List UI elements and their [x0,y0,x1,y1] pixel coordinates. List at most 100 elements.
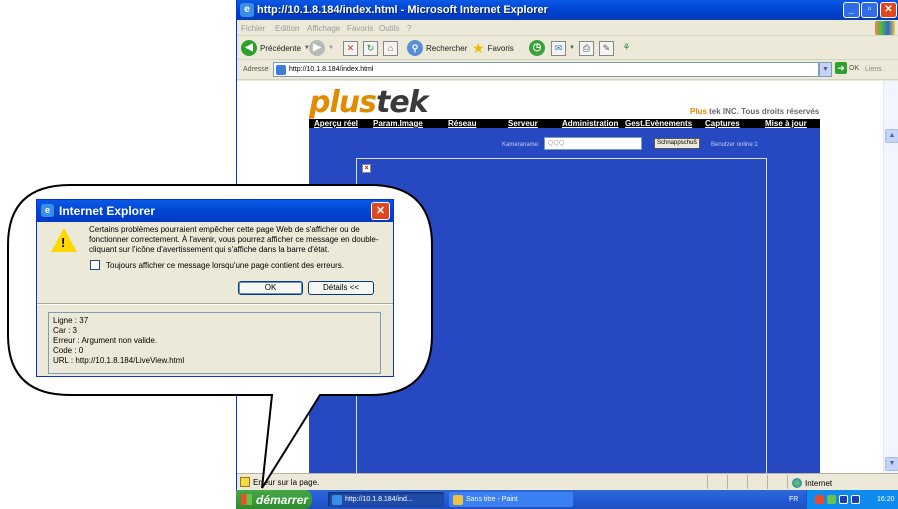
favorites-button[interactable]: ★ Favoris [472,39,514,57]
start-button[interactable]: démarrer [236,490,312,509]
messenger-button[interactable]: ⚘ [619,39,634,57]
tray-icon[interactable] [839,495,848,504]
menu-outils[interactable]: Outils [379,24,399,33]
menu-bar: Fichier Edition Affichage Favoris Outils… [237,20,898,36]
copyright-notice: Plus tek INC. Tous droits réservés [690,107,819,116]
status-divider [707,475,708,489]
security-zone: Internet [792,478,832,488]
warning-icon[interactable] [240,477,250,487]
snapshot-button[interactable]: Schnappschuß [654,138,700,149]
task-paint[interactable]: Sans titre - Paint [449,492,573,507]
users-online: Benutzer online:1 [711,142,758,148]
clock: 16:20 [877,496,895,503]
address-label: Adresse [243,66,269,73]
nav-mise-a-jour[interactable]: Mise à jour [765,119,807,128]
ok-button[interactable]: OK [238,281,303,295]
menu-favoris[interactable]: Favoris [347,24,373,33]
site-nav: Aperçu réel Param.Image Réseau Serveur A… [309,119,820,128]
screen: e http://10.1.8.184/index.html - Microso… [0,0,898,509]
links-button[interactable]: Liens [865,66,882,73]
camera-name-label: Kameraname: [502,142,540,148]
menu-affichage[interactable]: Affichage [307,24,340,33]
checkbox-label: Toujours afficher ce message lorsqu'une … [106,260,344,270]
tray-icon[interactable] [827,495,836,504]
detail-line: Erreur : Argument non valide. [53,336,158,345]
close-button[interactable]: ✕ [880,2,897,18]
search-icon: ⚲ [407,40,423,56]
nav-apercu-reel[interactable]: Aperçu réel [314,119,358,128]
nav-administration[interactable]: Administration [562,119,618,128]
address-input[interactable]: http://10.1.8.184/index.html [273,62,819,77]
zone-label: Internet [805,478,833,488]
menu-help[interactable]: ? [407,24,411,33]
maximize-button[interactable]: ▫ [861,2,878,18]
print-button[interactable]: ⎙ [579,39,594,57]
dialog-title: Internet Explorer [59,204,156,218]
search-button[interactable]: ⚲ Rechercher [407,39,467,57]
dialog-titlebar[interactable]: e Internet Explorer ✕ [37,200,393,222]
detail-line: Code : 0 [53,346,84,355]
scroll-up-button[interactable]: ▲ [885,129,898,143]
nav-gest-evenements[interactable]: Gest.Evènements [625,119,692,128]
address-dropdown-button[interactable]: ▼ [819,62,832,77]
detail-line: URL : http://10.1.8.184/LiveView.html [53,356,185,365]
logo-part-plus: plus [309,85,377,120]
always-show-checkbox[interactable]: Toujours afficher ce message lorsqu'une … [90,260,344,270]
address-bar: Adresse http://10.1.8.184/index.html ▼ ➜… [237,60,898,80]
logo-part-tek: tek [375,85,429,120]
print-icon: ⎙ [579,40,594,56]
task-ie[interactable]: http://10.1.8.184/ind... [328,492,444,507]
vertical-scrollbar[interactable]: ▲ ▼ [883,81,898,473]
refresh-icon: ↻ [363,40,378,56]
detail-line: Ligne : 37 [53,316,89,325]
edit-icon: ✎ [599,40,614,56]
error-dialog: e Internet Explorer ✕ ! Certains problèm… [36,199,394,377]
status-bar: Erreur sur la page. Internet [237,473,898,490]
back-label: Précédente [260,43,301,53]
details-button[interactable]: Détails << [308,281,374,295]
go-button[interactable]: ➜ OK [835,62,859,74]
status-message[interactable]: Erreur sur la page. [253,478,319,487]
edit-button[interactable]: ✎ [599,39,614,57]
minimize-button[interactable]: _ [843,2,860,18]
toolbar: ◀ Précédente ▼ ▶ ▼ ✕ ↻ ⌂ ⚲ Rechercher ★ … [237,36,898,60]
back-button[interactable]: ◀ Précédente ▼ [241,39,310,57]
nav-serveur[interactable]: Serveur [508,119,538,128]
mail-icon: ✉ [551,40,566,56]
stop-button[interactable]: ✕ [343,39,358,57]
camera-name-field[interactable]: QQQ [544,137,642,150]
nav-reseau[interactable]: Réseau [448,119,476,128]
tray-icon[interactable] [851,495,860,504]
scroll-down-button[interactable]: ▼ [885,457,898,471]
chevron-down-icon: ▼ [328,45,334,51]
broken-image-icon: × [362,164,371,173]
warning-icon: ! [51,228,77,252]
tray-icon[interactable] [815,495,824,504]
status-divider [727,475,728,489]
paint-icon [453,494,463,505]
chevron-down-icon: ▼ [569,45,575,51]
nav-captures[interactable]: Captures [705,119,740,128]
forward-button[interactable]: ▶ ▼ [309,39,334,57]
language-indicator[interactable]: FR [789,496,798,503]
ie-logo-icon: e [240,3,254,17]
dialog-close-button[interactable]: ✕ [371,202,390,220]
mail-button[interactable]: ✉ ▼ [551,39,575,57]
menu-edition[interactable]: Edition [275,24,299,33]
system-tray: FR 16:20 [789,490,898,509]
home-button[interactable]: ⌂ [383,39,398,57]
menu-fichier[interactable]: Fichier [241,24,265,33]
window-titlebar[interactable]: e http://10.1.8.184/index.html - Microso… [237,0,898,20]
copyright-text: tek INC. Tous droits réservés [709,107,820,116]
history-button[interactable]: ◷ [529,39,545,57]
back-arrow-icon: ◀ [241,40,257,56]
history-icon: ◷ [529,40,545,56]
stop-icon: ✕ [343,40,358,56]
ie-logo-icon [332,494,342,505]
task-ie-label: http://10.1.8.184/ind... [345,496,413,503]
go-label: OK [849,64,860,72]
refresh-button[interactable]: ↻ [363,39,378,57]
checkbox-box[interactable] [90,260,100,270]
nav-param-image[interactable]: Param.Image [373,119,423,128]
page-icon [276,65,286,75]
